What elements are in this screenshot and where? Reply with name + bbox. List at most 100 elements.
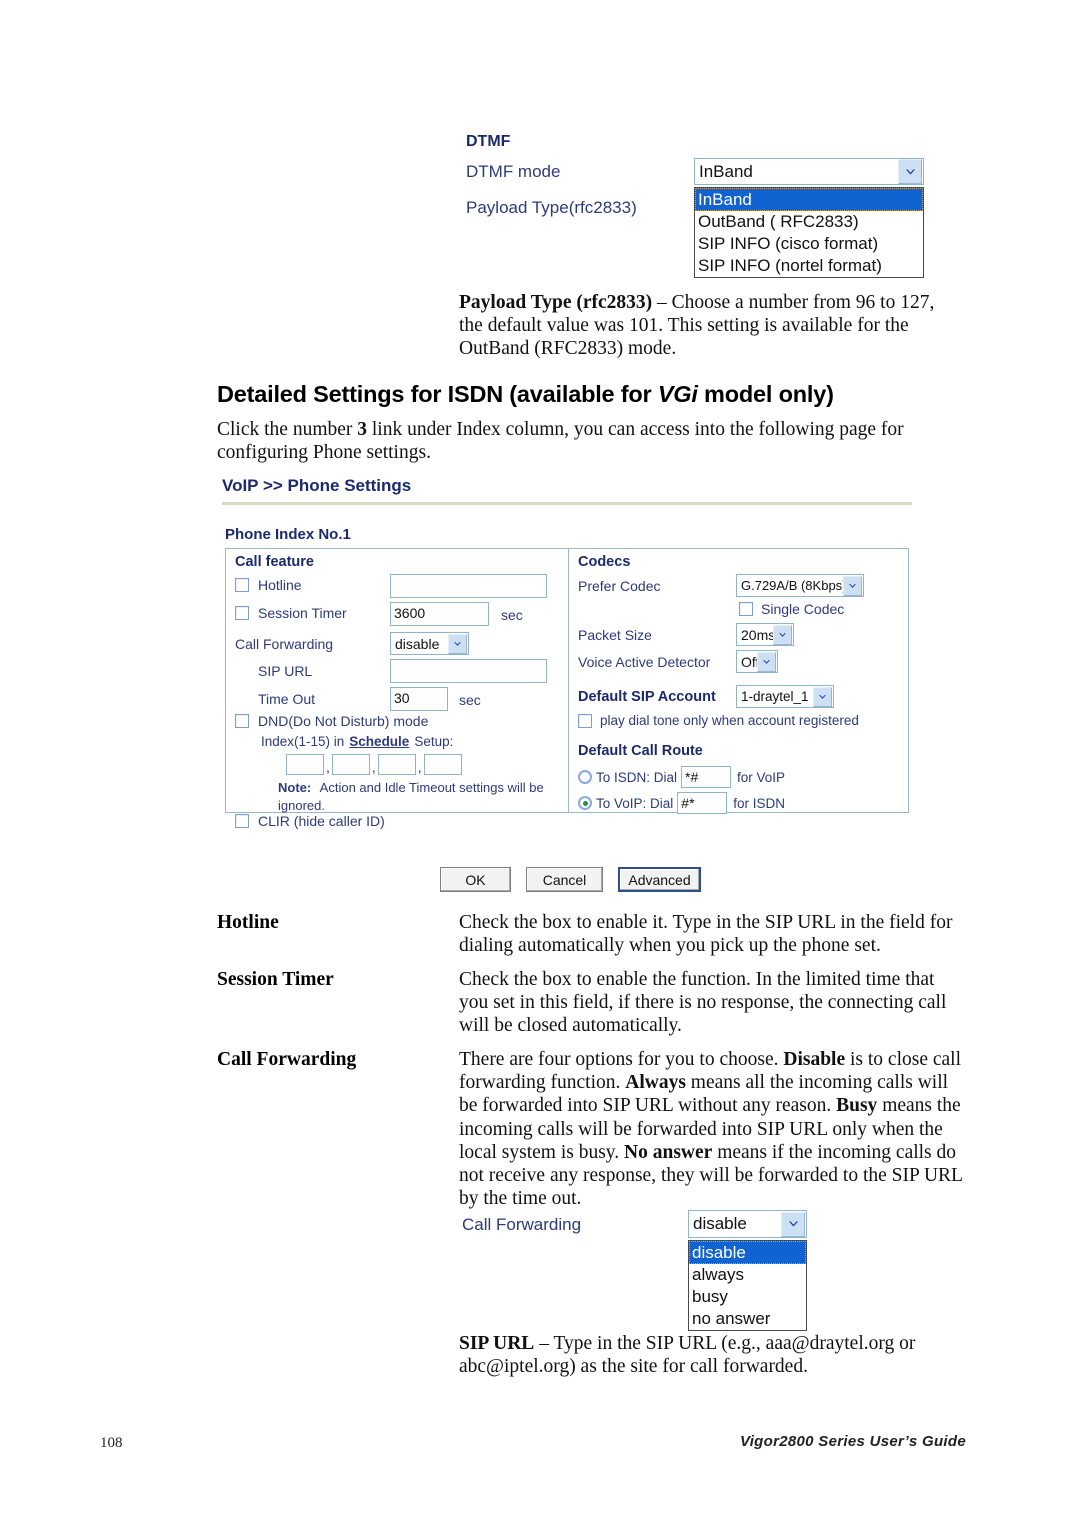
dnd-checkbox[interactable] <box>235 714 249 728</box>
clir-checkbox[interactable] <box>235 814 249 828</box>
payload-type-label: Payload Type(rfc2833) <box>466 198 637 217</box>
hotline-label: Hotline <box>258 577 302 593</box>
session-timer-checkbox[interactable] <box>235 606 249 620</box>
hotline-input[interactable] <box>390 574 547 598</box>
call-feature-note: Note: Action and Idle Timeout settings w… <box>278 779 558 815</box>
section-heading-pre: Detailed Settings for ISDN (available fo… <box>217 381 658 407</box>
cf-option-0[interactable]: disable <box>689 1241 806 1264</box>
definition-text-hotline: Check the box to enable it. Type in the … <box>459 912 953 957</box>
cf-bold-busy: Busy <box>836 1095 878 1117</box>
phone-settings-screenshot: VoIP >> Phone Settings Phone Index No.1 … <box>222 476 912 896</box>
call-forwarding-label: Call Forwarding <box>235 636 334 652</box>
phone-index-heading: Phone Index No.1 <box>225 526 351 543</box>
dtmf-mode-select[interactable]: InBand <box>694 158 924 185</box>
schedule-link[interactable]: Schedule <box>349 734 409 749</box>
chevron-down-icon <box>843 575 862 596</box>
footer-page-number: 108 <box>100 1435 123 1451</box>
dtmf-option-0[interactable]: InBand <box>695 188 923 211</box>
cf-option-2[interactable]: busy <box>689 1286 806 1308</box>
call-feature-legend: Call feature <box>235 554 314 570</box>
dnd-label: DND(Do Not Disturb) mode <box>258 713 429 729</box>
footer-guide-title: Vigor2800 Series User’s Guide <box>739 1433 966 1450</box>
play-dial-tone-row: play dial tone only when account registe… <box>578 713 859 728</box>
definition-term-hotline: Hotline <box>217 912 279 933</box>
chevron-down-icon <box>773 624 792 645</box>
phone-settings-title: VoIP >> Phone Settings <box>222 476 412 495</box>
intro-pre: Click the number <box>217 419 358 440</box>
default-sip-account-select[interactable]: 1-draytel_1 <box>736 685 834 708</box>
dtmf-mode-option-list[interactable]: InBand OutBand ( RFC2833) SIP INFO (cisc… <box>694 187 924 278</box>
time-out-input[interactable]: 30 <box>390 687 448 711</box>
prefer-codec-label: Prefer Codec <box>578 578 661 594</box>
call-forwarding-select[interactable]: disable <box>390 632 469 655</box>
play-dial-tone-label: play dial tone only when account registe… <box>600 713 859 728</box>
single-codec-row: Single Codec <box>739 601 844 617</box>
prefer-codec-select[interactable]: G.729A/B (8Kbps) <box>736 574 864 597</box>
to-voip-dial-input[interactable]: #* <box>677 792 728 814</box>
voice-active-detector-select-value: Off <box>741 653 757 670</box>
to-voip-suffix-label: for ISDN <box>733 795 786 811</box>
schedule-separator-2: , <box>371 759 376 775</box>
play-dial-tone-checkbox[interactable] <box>578 713 592 728</box>
voice-active-detector-label: Voice Active Detector <box>578 654 711 670</box>
note-text: Action and Idle Timeout settings will be… <box>278 780 544 813</box>
schedule-index-input-1[interactable] <box>286 754 324 775</box>
dtmf-option-1[interactable]: OutBand ( RFC2833) <box>695 211 923 233</box>
chevron-down-icon <box>448 633 467 654</box>
payload-type-term: Payload Type (rfc2833) <box>459 292 653 313</box>
phone-settings-panel: Call feature Hotline Session Timer 3600 … <box>225 548 910 829</box>
session-timer-unit: sec <box>501 607 523 623</box>
cf-figure-label: Call Forwarding <box>462 1215 582 1234</box>
title-rule <box>222 502 912 505</box>
chevron-down-icon <box>781 1211 805 1237</box>
time-out-unit: sec <box>459 692 481 708</box>
hotline-checkbox[interactable] <box>235 578 249 592</box>
to-voip-radio[interactable] <box>578 796 592 810</box>
codecs-column: Codecs Prefer Codec G.729A/B (8Kbps) Sin… <box>569 549 910 814</box>
to-voip-prefix-label: To VoIP: Dial <box>596 795 674 811</box>
cf-figure-option-list[interactable]: disable always busy no answer <box>688 1240 807 1331</box>
sip-url-label: SIP URL <box>258 663 313 679</box>
cf-figure-select[interactable]: disable <box>688 1210 807 1238</box>
single-codec-label: Single Codec <box>761 601 845 617</box>
panel-button-bar: OK Cancel Advanced <box>440 867 701 892</box>
sip-url-input[interactable] <box>390 659 547 683</box>
definition-term-session-timer: Session Timer <box>217 969 334 990</box>
cancel-button[interactable]: Cancel <box>526 867 603 892</box>
definition-text-session-timer: Check the box to enable the function. In… <box>459 969 947 1037</box>
schedule-index-input-3[interactable] <box>377 754 416 775</box>
session-timer-input[interactable]: 3600 <box>390 602 489 626</box>
sip-url-term: SIP URL <box>459 1333 535 1354</box>
dtmf-option-2[interactable]: SIP INFO (cisco format) <box>695 233 923 255</box>
section-heading-post: model only) <box>697 381 834 407</box>
to-isdn-dial-input[interactable]: *# <box>681 766 732 788</box>
single-codec-checkbox[interactable] <box>739 602 753 616</box>
call-forwarding-select-value: disable <box>395 635 440 652</box>
packet-size-select-value: 20ms <box>741 626 773 643</box>
dtmf-heading: DTMF <box>466 133 511 150</box>
schedule-index-input-4[interactable] <box>423 754 462 775</box>
schedule-separator-1: , <box>326 759 330 775</box>
dtmf-mode-select-value: InBand <box>699 161 753 181</box>
cf-option-3[interactable]: no answer <box>689 1308 806 1330</box>
dnd-row: DND(Do Not Disturb) mode <box>235 713 428 729</box>
time-out-label: Time Out <box>258 691 316 707</box>
advanced-button[interactable]: Advanced <box>618 867 701 892</box>
to-voip-row: To VoIP: Dial #* for ISDN <box>578 792 785 814</box>
session-timer-row: Session Timer <box>235 605 347 621</box>
default-sip-account-label: Default SIP Account <box>578 689 716 705</box>
call-feature-column: Call feature Hotline Session Timer 3600 … <box>226 549 568 829</box>
prefer-codec-select-value: G.729A/B (8Kbps) <box>741 578 843 593</box>
schedule-index-input-2[interactable] <box>331 754 370 775</box>
ok-button[interactable]: OK <box>440 867 511 892</box>
intro-index-number: 3 <box>357 419 368 440</box>
voice-active-detector-select[interactable]: Off <box>736 650 778 673</box>
section-heading: Detailed Settings for ISDN (available fo… <box>217 381 937 408</box>
to-isdn-radio[interactable] <box>578 770 592 784</box>
definition-term-call-forwarding: Call Forwarding <box>217 1049 357 1070</box>
cf-option-1[interactable]: always <box>689 1264 806 1286</box>
packet-size-select[interactable]: 20ms <box>736 623 794 646</box>
dtmf-option-3[interactable]: SIP INFO (nortel format) <box>695 255 923 277</box>
chevron-down-icon <box>813 686 832 707</box>
packet-size-label: Packet Size <box>578 627 652 643</box>
